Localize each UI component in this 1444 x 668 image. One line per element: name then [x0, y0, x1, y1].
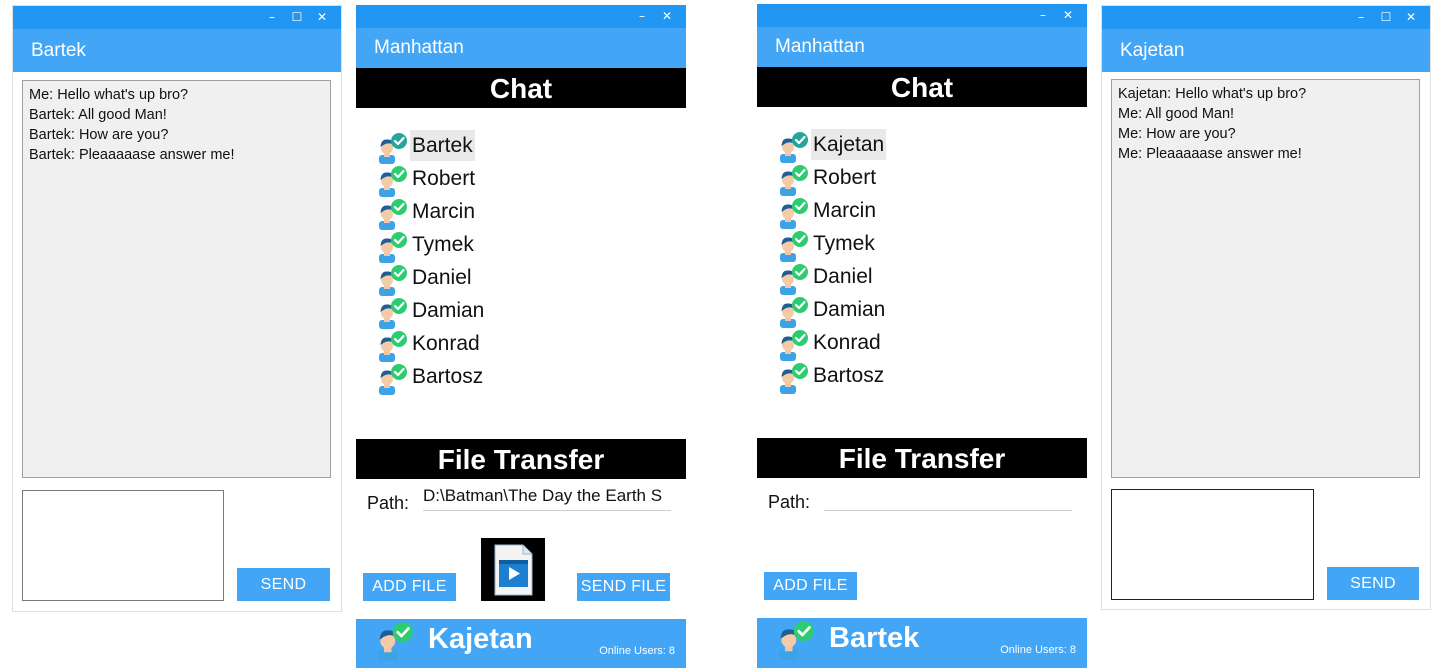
user-online-icon [777, 263, 809, 295]
close-icon[interactable]: ✕ [656, 5, 678, 28]
close-icon[interactable]: ✕ [1057, 4, 1079, 27]
window-title: Manhattan [757, 27, 1087, 67]
chat-window-kajetan: – ☐ ✕ Kajetan Kajetan: Hello what's up b… [1101, 5, 1431, 610]
add-file-button[interactable]: ADD FILE [363, 573, 456, 601]
path-field[interactable] [824, 484, 1072, 511]
user-online-icon [376, 297, 408, 329]
user-online-icon [777, 362, 809, 394]
user-online-icon [376, 264, 408, 296]
user-online-icon [376, 132, 408, 164]
title-bar[interactable]: – ☐ ✕ [1102, 6, 1430, 29]
message-line: Kajetan: Hello what's up bro? [1118, 86, 1307, 102]
user-name: Kajetan [811, 129, 887, 160]
message-line: Me: Pleaaaaase answer me! [1118, 146, 1302, 162]
user-online-icon [775, 620, 815, 660]
message-input[interactable] [1111, 489, 1314, 600]
title-bar[interactable]: – ✕ [356, 5, 686, 28]
send-file-button[interactable]: SEND FILE [577, 573, 670, 601]
current-user-bar: Bartek Online Users: 8 [757, 618, 1087, 668]
user-name: Daniel [813, 265, 873, 288]
path-label: Path: [768, 492, 811, 512]
user-online-icon [376, 231, 408, 263]
video-file-icon [481, 538, 545, 601]
user-name: Bartek [410, 130, 475, 161]
user-name: Tymek [412, 233, 474, 256]
file-transfer-header: File Transfer [356, 439, 686, 479]
user-name: Marcin [412, 200, 476, 223]
path-label: Path: [367, 493, 410, 513]
online-users-count: Online Users: 8 [1000, 644, 1076, 656]
title-bar[interactable]: – ☐ ✕ [13, 6, 341, 29]
current-user-name: Kajetan [428, 623, 533, 655]
message-line: Me: How are you? [1118, 126, 1236, 142]
user-name: Marcin [813, 199, 877, 222]
file-transfer-header: File Transfer [757, 438, 1087, 478]
chat-header: Chat [356, 68, 686, 108]
user-online-icon [777, 131, 809, 163]
chat-header: Chat [757, 67, 1087, 107]
maximize-icon[interactable]: ☐ [286, 6, 308, 29]
user-online-icon [777, 197, 809, 229]
window-title: Kajetan [1102, 29, 1430, 72]
chat-window-bartek: – ☐ ✕ Bartek Me: Hello what's up bro? Ba… [12, 5, 342, 612]
user-name: Robert [412, 167, 476, 190]
main-window-kajetan: – ✕ Manhattan Chat Bartek Robert Marcin … [356, 5, 686, 668]
send-button[interactable]: SEND [1327, 567, 1419, 600]
current-user-name: Bartek [829, 622, 920, 654]
user-name: Damian [412, 299, 485, 322]
user-online-icon [777, 230, 809, 262]
main-window-bartek: – ✕ Manhattan Chat Kajetan Robert Marcin… [757, 4, 1087, 668]
message-line: Bartek: Pleaaaaase answer me! [29, 147, 235, 163]
message-line: Bartek: All good Man! [29, 107, 167, 123]
close-icon[interactable]: ✕ [1400, 6, 1422, 29]
user-name: Konrad [412, 332, 480, 355]
user-online-icon [777, 329, 809, 361]
message-line: Me: Hello what's up bro? [29, 87, 189, 103]
online-users-count: Online Users: 8 [599, 645, 675, 657]
message-history[interactable]: Kajetan: Hello what's up bro? Me: All go… [1111, 79, 1420, 478]
current-user-bar: Kajetan Online Users: 8 [356, 619, 686, 668]
minimize-icon[interactable]: – [1032, 4, 1054, 27]
title-bar[interactable]: – ✕ [757, 4, 1087, 27]
send-button[interactable]: SEND [237, 568, 330, 601]
close-icon[interactable]: ✕ [311, 6, 333, 29]
minimize-icon[interactable]: – [261, 6, 283, 29]
minimize-icon[interactable]: – [1350, 6, 1372, 29]
path-field[interactable]: D:\Batman\The Day the Earth S [423, 484, 671, 511]
user-online-icon [376, 165, 408, 197]
message-history[interactable]: Me: Hello what's up bro? Bartek: All goo… [22, 80, 331, 478]
window-title: Manhattan [356, 28, 686, 68]
user-online-icon [376, 330, 408, 362]
user-name: Bartosz [813, 364, 885, 387]
maximize-icon[interactable]: ☐ [1375, 6, 1397, 29]
user-online-icon [376, 198, 408, 230]
add-file-button[interactable]: ADD FILE [764, 572, 857, 600]
minimize-icon[interactable]: – [631, 5, 653, 28]
user-online-icon [376, 363, 408, 395]
user-name: Konrad [813, 331, 881, 354]
window-title: Bartek [13, 29, 341, 72]
user-online-icon [777, 296, 809, 328]
user-name: Damian [813, 298, 886, 321]
user-name: Tymek [813, 232, 875, 255]
message-line: Bartek: How are you? [29, 127, 169, 143]
message-input[interactable] [22, 490, 224, 601]
user-online-icon [374, 621, 414, 661]
user-name: Robert [813, 166, 877, 189]
user-name: Daniel [412, 266, 472, 289]
user-name: Bartosz [412, 365, 484, 388]
message-line: Me: All good Man! [1118, 106, 1235, 122]
user-online-icon [777, 164, 809, 196]
